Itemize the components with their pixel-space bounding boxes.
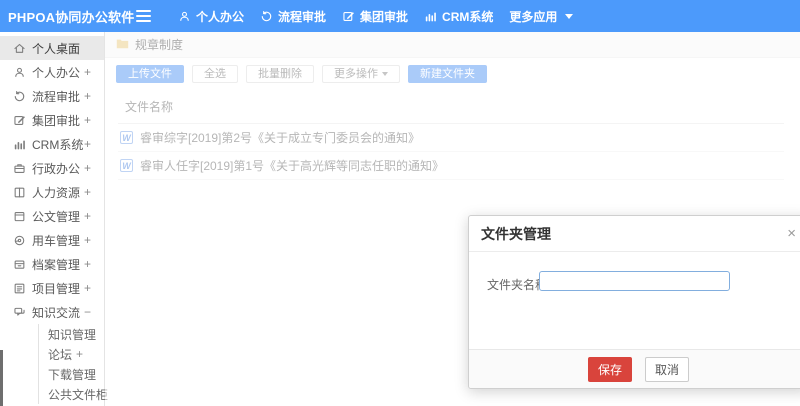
- expand-icon[interactable]: +: [84, 113, 91, 127]
- book-icon: [13, 186, 26, 199]
- sidebar-subitem-forum[interactable]: 论坛 +: [39, 344, 104, 364]
- sidebar-subitem-label: 论坛: [48, 347, 73, 362]
- sidebar-item-human-resources[interactable]: 人力资源 +: [0, 180, 104, 204]
- nav-item-group-approval[interactable]: 集团审批: [342, 8, 408, 25]
- expand-icon[interactable]: +: [84, 161, 91, 175]
- sidebar-item-label: 流程审批: [32, 89, 81, 104]
- sidebar-item-label: 个人桌面: [32, 41, 81, 56]
- nav-item-label: 更多应用: [509, 9, 558, 24]
- cancel-button[interactable]: 取消: [645, 356, 690, 382]
- modal-title: 文件夹管理: [481, 225, 551, 242]
- sidebar-item-personal-desktop[interactable]: 个人桌面: [0, 36, 104, 60]
- sidebar-item-label: 集团审批: [32, 113, 81, 128]
- expand-icon[interactable]: +: [84, 65, 91, 79]
- sidebar-item-label: 知识交流: [32, 305, 81, 320]
- chat-icon: [13, 306, 26, 319]
- sidebar-scrollbar-thumb[interactable]: [0, 350, 3, 406]
- nav-item-label: CRM系统: [442, 9, 494, 24]
- sidebar-item-archive-management[interactable]: 档案管理 +: [0, 252, 104, 276]
- sidebar-item-workflow-approval[interactable]: 流程审批 +: [0, 84, 104, 108]
- sidebar-item-document-management[interactable]: 公文管理 +: [0, 204, 104, 228]
- sidebar-item-administrative-office[interactable]: 行政办公 +: [0, 156, 104, 180]
- expand-icon[interactable]: +: [84, 137, 91, 151]
- sidebar-item-label: 用车管理: [32, 233, 81, 248]
- sidebar-item-crm-system[interactable]: CRM系统 +: [0, 132, 104, 156]
- sidebar-submenu: 知识管理论坛 + 下载管理公共文件柜: [38, 324, 108, 404]
- archive-icon: [13, 258, 26, 271]
- save-button[interactable]: 保存: [587, 356, 632, 382]
- nav-item-personal-office[interactable]: 个人办公: [178, 8, 244, 25]
- sidebar-item-label: 项目管理: [32, 281, 81, 296]
- doc-icon: [13, 210, 26, 223]
- folder-management-modal: 文件夹管理 × 文件夹名称 保存 取消: [468, 215, 800, 389]
- nav-item-label: 个人办公: [196, 9, 245, 24]
- sidebar-item-vehicle-management[interactable]: 用车管理 +: [0, 228, 104, 252]
- user-icon: [13, 66, 26, 79]
- project-icon: [13, 282, 26, 295]
- modal-footer: 保存 取消: [469, 349, 800, 388]
- sidebar-item-knowledge-exchange[interactable]: 知识交流 −: [0, 300, 104, 324]
- nav-item-crm-system[interactable]: CRM系统: [424, 8, 493, 25]
- edit-icon: [13, 114, 26, 127]
- sidebar-item-label: 人力资源: [32, 185, 81, 200]
- sidebar-subitem-download-management[interactable]: 下载管理: [39, 364, 104, 384]
- expand-icon[interactable]: +: [76, 347, 83, 361]
- sidebar-item-group-approval[interactable]: 集团审批 +: [0, 108, 104, 132]
- chevron-down-icon: [565, 13, 574, 19]
- close-icon[interactable]: ×: [787, 226, 796, 241]
- top-nav: 个人办公 流程审批 集团审批 CRM系统 更多应用: [178, 8, 574, 25]
- sidebar-item-personal-office[interactable]: 个人办公 +: [0, 60, 104, 84]
- expand-icon[interactable]: +: [84, 281, 91, 295]
- history-icon: [13, 90, 26, 103]
- sidebar-subitem-label: 公共文件柜: [48, 387, 109, 402]
- expand-icon[interactable]: +: [84, 89, 91, 103]
- top-navbar: PHPOA协同办公软件 个人办公 流程审批 集团审批 CRM系统 更多应用: [0, 0, 800, 32]
- sidebar-item-label: CRM系统: [32, 137, 84, 152]
- sidebar-subitem-label: 知识管理: [48, 327, 97, 342]
- nav-item-workflow-approval[interactable]: 流程审批: [260, 8, 326, 25]
- sidebar-subitem-knowledge-management[interactable]: 知识管理: [39, 324, 104, 344]
- sidebar-item-label: 档案管理: [32, 257, 81, 272]
- expand-icon[interactable]: +: [84, 233, 91, 247]
- sidebar-subitem-public-file-cabinet[interactable]: 公共文件柜: [39, 384, 108, 404]
- modal-body: 文件夹名称: [469, 252, 800, 350]
- sidebar-item-label: 公文管理: [32, 209, 81, 224]
- sidebar: 个人桌面 个人办公 + 流程审批 + 集团审批 + CRM系统 + 行政办公 + 人力资源 + 公文管理 +…: [0, 32, 108, 406]
- sidebar-subitem-label: 下载管理: [48, 367, 97, 382]
- history-icon: [260, 10, 273, 23]
- nav-item-label: 流程审批: [278, 9, 327, 24]
- car-icon: [13, 234, 26, 247]
- expand-icon[interactable]: +: [84, 209, 91, 223]
- expand-icon[interactable]: +: [84, 257, 91, 271]
- chart-icon: [13, 138, 26, 151]
- folder-name-label: 文件夹名称: [487, 278, 548, 292]
- expand-icon[interactable]: +: [84, 185, 91, 199]
- collapse-icon[interactable]: −: [84, 305, 91, 319]
- edit-icon: [342, 10, 355, 23]
- chart-icon: [424, 10, 437, 23]
- modal-header: 文件夹管理 ×: [469, 216, 800, 252]
- nav-item-more-apps[interactable]: 更多应用: [509, 8, 574, 25]
- sidebar-item-project-management[interactable]: 项目管理 +: [0, 276, 104, 300]
- home-icon: [13, 42, 26, 55]
- app-window: PHPOA协同办公软件 个人办公 流程审批 集团审批 CRM系统 更多应用 个人桌面 个人…: [0, 0, 800, 406]
- app-logo[interactable]: PHPOA协同办公软件: [0, 7, 136, 26]
- menu-toggle-icon[interactable]: [136, 10, 151, 22]
- user-icon: [178, 10, 191, 23]
- folder-name-input[interactable]: [539, 271, 730, 291]
- nav-item-label: 集团审批: [360, 9, 409, 24]
- briefcase-icon: [13, 162, 26, 175]
- sidebar-item-label: 行政办公: [32, 161, 81, 176]
- sidebar-item-label: 个人办公: [32, 65, 81, 80]
